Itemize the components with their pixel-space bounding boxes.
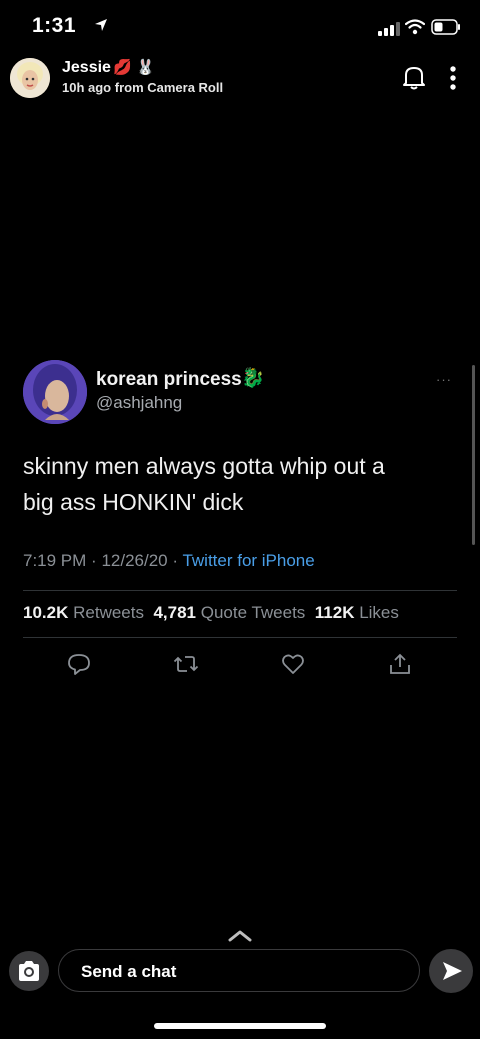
tweet-meta: 7:19 PM · 12/26/20 · Twitter for iPhone <box>23 551 315 570</box>
kiss-emoji-icon: 💋 <box>113 59 132 76</box>
sender-avatar[interactable] <box>10 58 50 98</box>
home-indicator[interactable] <box>154 1023 326 1029</box>
send-icon <box>441 960 463 987</box>
tweet-date: 12/26/20 <box>101 551 168 570</box>
bell-icon[interactable] <box>402 64 426 95</box>
retweets-label[interactable]: Retweets <box>73 603 144 622</box>
retweet-icon[interactable] <box>173 652 199 681</box>
chat-placeholder[interactable]: Send a chat <box>81 962 176 982</box>
camera-icon <box>17 960 41 987</box>
battery-icon <box>431 19 461 40</box>
tweet-stats: 10.2K Retweets 4,781 Quote Tweets 112K L… <box>23 603 399 623</box>
dragon-emoji-icon: 🐉 <box>241 368 265 389</box>
likes-label[interactable]: Likes <box>359 603 399 622</box>
sender-name[interactable]: Jessie <box>62 59 111 77</box>
location-arrow-icon <box>94 18 108 37</box>
quotes-count[interactable]: 4,781 <box>153 603 196 622</box>
send-button[interactable] <box>429 949 473 993</box>
reply-icon[interactable] <box>67 652 91 681</box>
tweet-text-line: skinny men always gotta whip out a <box>23 453 385 479</box>
camera-button[interactable] <box>9 951 49 991</box>
like-icon[interactable] <box>281 652 305 681</box>
snap-subtitle: 10h ago from Camera Roll <box>62 80 224 95</box>
divider <box>23 590 457 591</box>
tweet-more-icon[interactable]: ··· <box>436 372 452 387</box>
signal-icon <box>378 22 400 41</box>
tweet-text: skinny men always gotta whip out a big a… <box>23 448 443 520</box>
tweet-handle[interactable]: @ashjahng <box>96 393 182 413</box>
tweet-source-link[interactable]: Twitter for iPhone <box>182 551 314 570</box>
tweet-text-line: big ass HONKIN' dick <box>23 489 244 515</box>
wifi-icon <box>404 19 426 40</box>
tweet-display-name[interactable]: korean princess <box>96 369 242 391</box>
scrollbar[interactable] <box>472 365 475 545</box>
retweets-count[interactable]: 10.2K <box>23 603 68 622</box>
likes-count[interactable]: 112K <box>315 603 355 622</box>
quotes-label[interactable]: Quote Tweets <box>201 603 306 622</box>
more-vertical-icon[interactable] <box>449 65 457 96</box>
tweet-time: 7:19 PM <box>23 551 87 570</box>
divider <box>23 637 457 638</box>
chevron-up-icon[interactable] <box>228 928 252 947</box>
status-time: 1:31 <box>32 14 77 37</box>
share-icon[interactable] <box>388 652 412 681</box>
tweet-author-avatar[interactable] <box>23 360 87 424</box>
rabbit-emoji-icon: 🐰 <box>136 59 155 76</box>
